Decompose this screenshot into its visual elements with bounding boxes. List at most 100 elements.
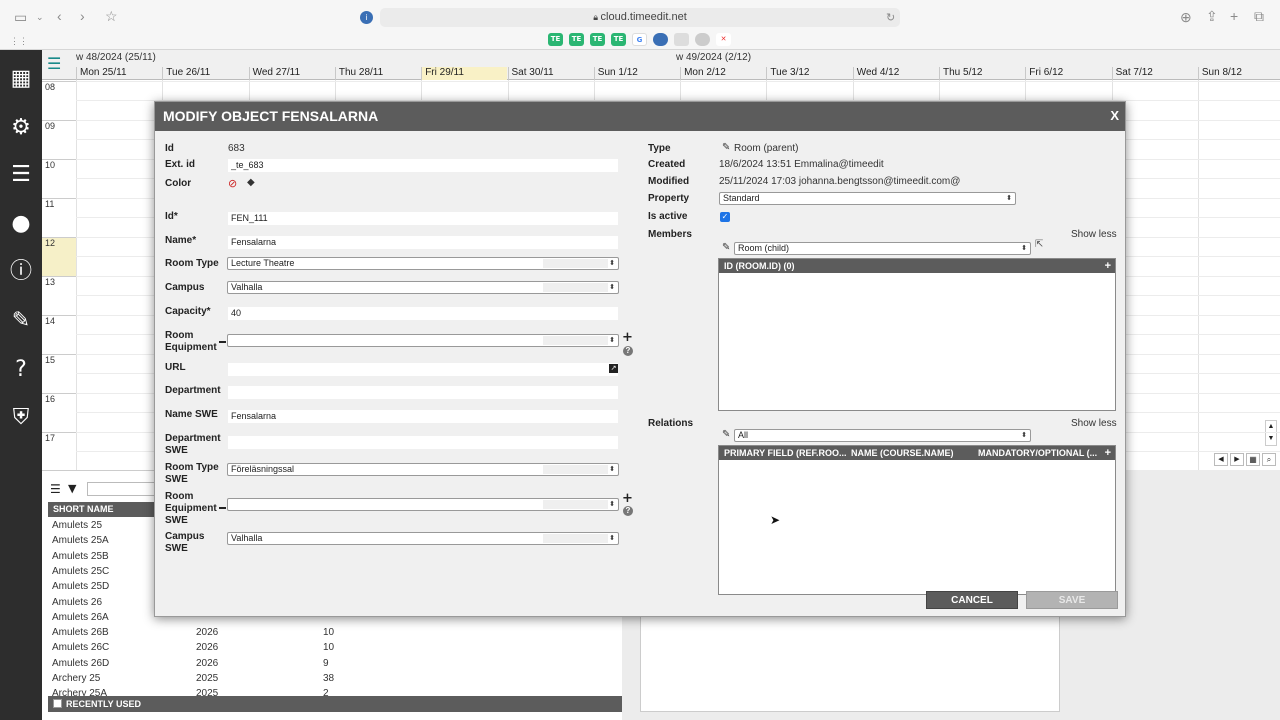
user-icon[interactable]: ● [6, 209, 36, 239]
edit-type-icon[interactable]: ✎ [722, 142, 730, 153]
property-select[interactable]: Standard ⬍ [719, 192, 1016, 205]
day-header[interactable]: Fri 6/12 [1025, 67, 1111, 80]
help-equipment-icon[interactable]: ? [623, 346, 633, 356]
forward-icon[interactable]: › [80, 9, 85, 23]
prev-icon[interactable]: ◀ [1214, 453, 1228, 466]
name-input[interactable] [228, 236, 618, 249]
favorite-info-icon[interactable] [653, 33, 668, 46]
remove-equipment-swe-icon[interactable] [219, 507, 226, 509]
name-swe-input[interactable] [228, 410, 618, 423]
relations-name-column[interactable]: NAME (COURSE.NAME) [851, 446, 954, 460]
download-icon[interactable]: ⊕ [1180, 10, 1192, 24]
list-icon[interactable]: ☰ [6, 160, 36, 190]
id-input[interactable] [228, 212, 618, 225]
ext-id-input[interactable] [228, 159, 618, 172]
day-header[interactable]: Thu 5/12 [939, 67, 1025, 80]
relations-show-less-link[interactable]: Show less [1071, 418, 1117, 429]
no-color-icon[interactable]: ⊘ [228, 177, 237, 190]
list-item[interactable]: Amulets 26D 2026 9 [48, 656, 618, 671]
favorite-te-1[interactable]: TE [548, 33, 563, 46]
url-input[interactable] [228, 363, 618, 376]
share-icon[interactable]: ⇪ [1206, 9, 1218, 23]
list-header[interactable]: SHORT NAME (STUDENT [48, 502, 158, 529]
department-swe-input[interactable] [228, 436, 618, 449]
next-icon[interactable]: ▶ [1230, 453, 1244, 466]
campus-swe-select[interactable]: Valhalla ⬍ [227, 532, 619, 545]
list-item[interactable]: Amulets 26B 2026 10 [48, 625, 618, 640]
members-show-less-link[interactable]: Show less [1071, 229, 1117, 240]
hamburger-menu-icon[interactable]: ☰ [47, 56, 67, 74]
day-header[interactable]: Thu 28/11 [334, 67, 421, 80]
day-header[interactable]: Mon 25/11 [76, 67, 162, 80]
edit-relations-icon[interactable]: ✎ [722, 429, 730, 440]
favorite-te-2[interactable]: TE [569, 33, 584, 46]
admin-shield-icon[interactable]: ⛨ [6, 403, 36, 433]
calendar-icon[interactable]: ▦ [6, 64, 36, 94]
recently-used-bar[interactable]: RECENTLY USED [48, 696, 622, 712]
room-type-swe-select[interactable]: Föreläsningssal ⬍ [227, 463, 619, 476]
capacity-input[interactable] [228, 307, 618, 320]
tabs-overview-icon[interactable]: ⧉ [1254, 9, 1264, 23]
grid-icon[interactable]: ⋮⋮ [10, 34, 28, 48]
day-header[interactable]: Sun 8/12 [1197, 67, 1280, 80]
paint-bucket-icon[interactable]: ◆ [247, 177, 255, 188]
new-tab-icon[interactable]: + [1230, 9, 1238, 23]
info-icon[interactable]: ⓘ [6, 257, 36, 287]
add-equipment-swe-icon[interactable]: + [622, 492, 633, 505]
day-header[interactable]: Sat 30/11 [507, 67, 594, 80]
room-equipment-swe-select[interactable]: ⬍ [227, 498, 619, 511]
relations-primary-column[interactable]: PRIMARY FIELD (REF.ROO... [724, 446, 847, 460]
day-header[interactable]: Tue 3/12 [766, 67, 852, 80]
calendar-small-icon[interactable]: ▦ [1246, 453, 1260, 466]
cancel-button[interactable]: CANCEL [926, 591, 1018, 609]
remove-equipment-icon[interactable] [219, 341, 226, 343]
relations-mandatory-column[interactable]: MANDATORY/OPTIONAL (... [978, 446, 1097, 460]
is-active-checkbox[interactable]: ✓ [720, 212, 730, 222]
recently-used-checkbox[interactable] [53, 699, 62, 708]
day-header[interactable]: Tue 26/11 [162, 67, 248, 80]
favorite-te-3[interactable]: TE [590, 33, 605, 46]
scroll-arrows[interactable]: ▲ ▼ [1265, 420, 1277, 446]
favorite-tool-icon[interactable]: ✕ [716, 33, 731, 46]
help-icon[interactable]: ? [6, 355, 36, 385]
chevron-down-icon[interactable]: ⌄ [36, 10, 44, 24]
edit-members-icon[interactable]: ✎ [722, 242, 730, 253]
day-header[interactable]: Wed 4/12 [852, 67, 939, 80]
day-header[interactable]: Sun 1/12 [593, 67, 680, 80]
department-input[interactable] [228, 386, 618, 399]
back-icon[interactable]: ‹ [57, 9, 62, 23]
privacy-icon[interactable]: i [360, 11, 373, 24]
favorite-te-4[interactable]: TE [611, 33, 626, 46]
sidebar-toggle-icon[interactable]: ▭ [14, 10, 27, 24]
day-header[interactable]: Sat 7/12 [1111, 67, 1198, 80]
favorite-doc-icon[interactable] [674, 33, 689, 46]
favorite-google[interactable]: G [632, 33, 647, 46]
room-type-select[interactable]: Lecture Theatre ⬍ [227, 257, 619, 270]
day-header[interactable]: Wed 27/11 [248, 67, 335, 80]
save-button[interactable]: SAVE [1026, 591, 1118, 609]
day-header[interactable]: Mon 2/12 [680, 67, 766, 80]
close-button[interactable]: X [1110, 108, 1119, 124]
edit-icon[interactable]: ✎ [6, 306, 36, 336]
room-equipment-select[interactable]: ⬍ [227, 334, 619, 347]
members-id-column[interactable]: ID (ROOM.ID) (0) [724, 259, 795, 273]
campus-select[interactable]: Valhalla ⬍ [227, 281, 619, 294]
open-link-icon[interactable]: ↗ [609, 364, 618, 373]
members-type-select[interactable]: Room (child) ⬍ [734, 242, 1031, 255]
list-menu-icon[interactable]: ☰ [50, 482, 61, 496]
add-relation-icon[interactable]: + [1105, 446, 1111, 460]
reload-icon[interactable]: ↻ [886, 11, 895, 25]
settings-gears-icon[interactable]: ⚙ [6, 113, 36, 143]
filter-icon[interactable]: ▼ [68, 482, 76, 495]
add-member-icon[interactable]: + [1105, 259, 1111, 273]
day-header[interactable]: Fri 29/11 [421, 67, 508, 80]
help-equipment-swe-icon[interactable]: ? [623, 506, 633, 516]
list-item[interactable]: Archery 25 2025 38 [48, 671, 618, 686]
add-equipment-icon[interactable]: + [622, 331, 633, 344]
search-icon[interactable]: ⌕ [1262, 453, 1276, 466]
open-external-icon[interactable]: ⇱ [1035, 239, 1043, 250]
relations-filter-select[interactable]: All ⬍ [734, 429, 1031, 442]
star-icon[interactable]: ☆ [105, 9, 118, 23]
address-bar[interactable]: 🔒︎ cloud.timeedit.net [380, 8, 900, 27]
favorite-globe-icon[interactable] [695, 33, 710, 46]
